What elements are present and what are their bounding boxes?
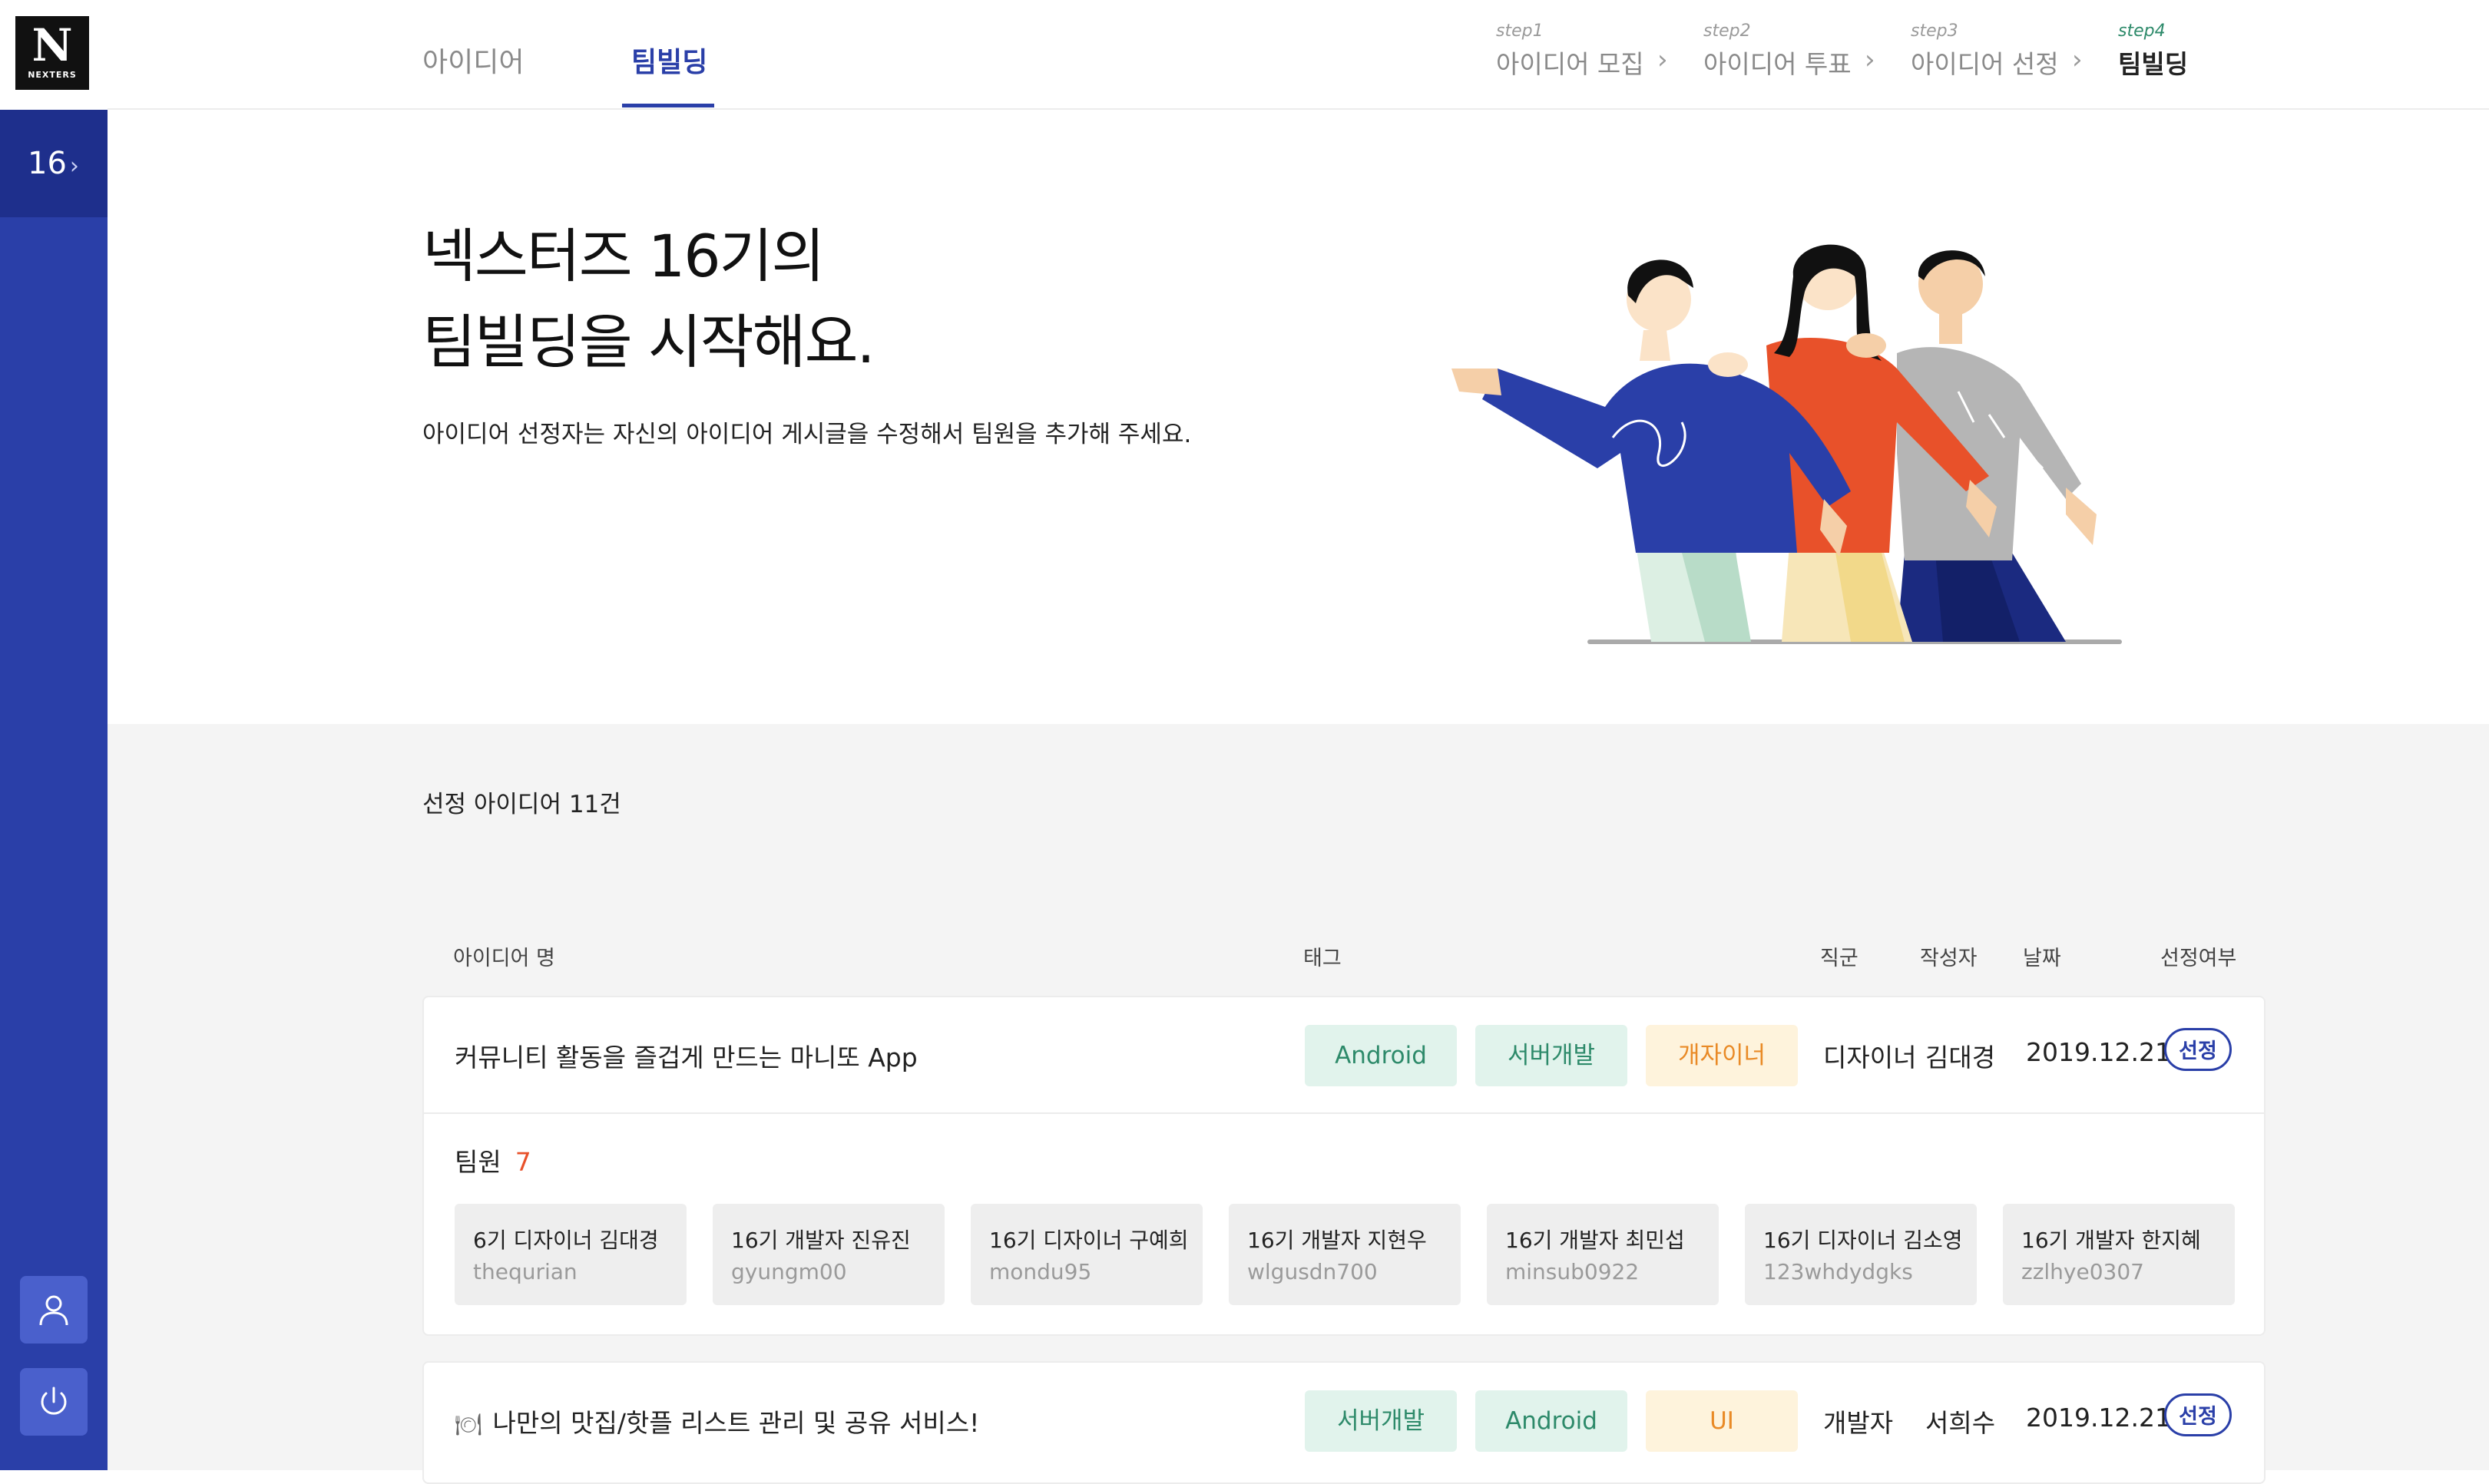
user-icon	[39, 1295, 68, 1326]
idea-card[interactable]: 🍽 나만의 맛집/핫플 리스트 관리 및 공유 서비스! 서버개발 Android…	[422, 1361, 2266, 1484]
step-label: 아이디어 선정	[1911, 49, 2059, 79]
tag-badge: UI	[1646, 1390, 1798, 1452]
logo-container: N NEXTERS	[0, 0, 108, 110]
column-header-author: 작성자	[1920, 947, 1978, 970]
team-members-count: 7	[515, 1147, 531, 1177]
tab-team-building[interactable]: 팀빌딩	[631, 40, 707, 80]
member-chip: 16기 디자이너 김소영 123whdydgks	[1745, 1204, 1977, 1305]
column-header-tags: 태그	[1303, 947, 1342, 970]
idea-role: 디자이너	[1823, 1043, 1917, 1073]
member-name: 16기 개발자 최민섭	[1505, 1228, 1685, 1253]
member-chip: 16기 개발자 지현우 wlgusdn700	[1229, 1204, 1461, 1305]
member-chip: 16기 개발자 한지혜 zzlhye0307	[2003, 1204, 2235, 1305]
chevron-right-icon: ›	[69, 153, 79, 180]
hero-title-line-2: 팀빌딩을 시작해요.	[422, 308, 875, 376]
member-id: zzlhye0307	[2021, 1259, 2144, 1284]
idea-author: 서희수	[1925, 1408, 1996, 1438]
idea-date: 2019.12.21	[2026, 1403, 2171, 1433]
chevron-right-icon: ›	[1865, 45, 1875, 75]
tab-idea[interactable]: 아이디어	[422, 40, 524, 80]
selected-badge: 선정	[2164, 1028, 2232, 1071]
tag-badge: Android	[1305, 1025, 1457, 1086]
team-members-label: 팀원 7	[455, 1142, 531, 1178]
chevron-right-icon: ›	[1657, 45, 1668, 75]
member-name: 16기 디자이너 김소영	[1763, 1228, 1963, 1253]
sidebar-item-generation[interactable]: 16 ›	[0, 110, 108, 217]
chevron-right-icon: ›	[2072, 45, 2083, 75]
tag-badge: 서버개발	[1475, 1025, 1627, 1086]
member-name: 16기 개발자 한지혜	[2021, 1228, 2201, 1253]
step-2: step2 아이디어 투표	[1703, 21, 1852, 81]
member-name: 16기 개발자 지현우	[1247, 1228, 1427, 1253]
tag-badge: 개자이너	[1646, 1025, 1798, 1086]
nexters-logo[interactable]: N NEXTERS	[15, 16, 89, 90]
step-number: step1	[1496, 21, 1544, 41]
member-id: 123whdydgks	[1763, 1259, 1913, 1284]
member-id: mondu95	[989, 1259, 1092, 1284]
step-number: step3	[1911, 21, 1958, 41]
sidebar	[0, 0, 108, 1470]
step-label: 아이디어 투표	[1703, 49, 1852, 79]
column-header-date: 날짜	[2023, 947, 2061, 970]
member-name: 16기 디자이너 구예희	[989, 1228, 1189, 1253]
step-number: step2	[1703, 21, 1751, 41]
idea-title[interactable]: 커뮤니티 활동을 즐겁게 만드는 마니또 App	[455, 1037, 918, 1074]
member-name: 16기 개발자 진유진	[731, 1228, 911, 1253]
active-tab-indicator	[622, 104, 714, 107]
step-label: 팀빌딩	[2118, 49, 2189, 79]
member-chip: 6기 디자이너 김대경 thequrian	[455, 1204, 687, 1305]
member-chip: 16기 개발자 진유진 gyungm00	[713, 1204, 945, 1305]
member-chip: 16기 개발자 최민섭 minsub0922	[1487, 1204, 1719, 1305]
logo-text: NEXTERS	[28, 70, 77, 80]
logout-button[interactable]	[20, 1368, 88, 1436]
step-4: step4 팀빌딩	[2118, 21, 2188, 81]
idea-date: 2019.12.21	[2026, 1037, 2171, 1067]
card-divider	[424, 1112, 2264, 1114]
selected-ideas-count: 선정 아이디어 11건	[422, 791, 621, 818]
step-3: step3 아이디어 선정	[1911, 21, 2059, 81]
hero-title-line-1: 넥스터즈 16기의	[422, 222, 825, 290]
column-header-role: 직군	[1820, 947, 1858, 970]
idea-card[interactable]: 커뮤니티 활동을 즐겁게 만드는 마니또 App Android 서버개발 개자…	[422, 996, 2266, 1336]
tag-badge: Android	[1475, 1390, 1627, 1452]
power-icon	[41, 1386, 67, 1415]
hero-subtitle: 아이디어 선정자는 자신의 아이디어 게시글을 수정해서 팀원을 추가해 주세요…	[422, 421, 1192, 448]
step-label: 아이디어 모집	[1496, 49, 1644, 79]
idea-role: 개발자	[1823, 1408, 1894, 1438]
member-id: thequrian	[473, 1259, 578, 1284]
member-id: gyungm00	[731, 1259, 847, 1284]
column-header-selected: 선정여부	[2160, 947, 2237, 970]
tag-badge: 서버개발	[1305, 1390, 1457, 1452]
plate-icon: 🍽	[455, 1412, 482, 1437]
logo-mark: N	[31, 19, 73, 71]
selected-badge: 선정	[2164, 1393, 2232, 1436]
profile-button[interactable]	[20, 1276, 88, 1344]
hero-title: 넥스터즈 16기의 팀빌딩을 시작해요.	[422, 213, 875, 385]
step-number: step4	[2118, 21, 2166, 41]
generation-label: 16	[28, 146, 67, 181]
member-id: wlgusdn700	[1247, 1259, 1378, 1284]
step-1: step1 아이디어 모집	[1496, 21, 1644, 81]
idea-title: 나만의 맛집/핫플 리스트 관리 및 공유 서비스!	[492, 1408, 980, 1438]
team-illustration	[1451, 244, 2122, 644]
member-chip: 16기 디자이너 구예희 mondu95	[971, 1204, 1203, 1305]
column-header-idea: 아이디어 명	[453, 947, 555, 970]
team-members-title: 팀원	[455, 1147, 501, 1177]
member-id: minsub0922	[1505, 1259, 1640, 1284]
idea-title-row[interactable]: 🍽 나만의 맛집/핫플 리스트 관리 및 공유 서비스!	[455, 1403, 979, 1439]
member-name: 6기 디자이너 김대경	[473, 1228, 659, 1253]
idea-author: 김대경	[1925, 1043, 1996, 1073]
